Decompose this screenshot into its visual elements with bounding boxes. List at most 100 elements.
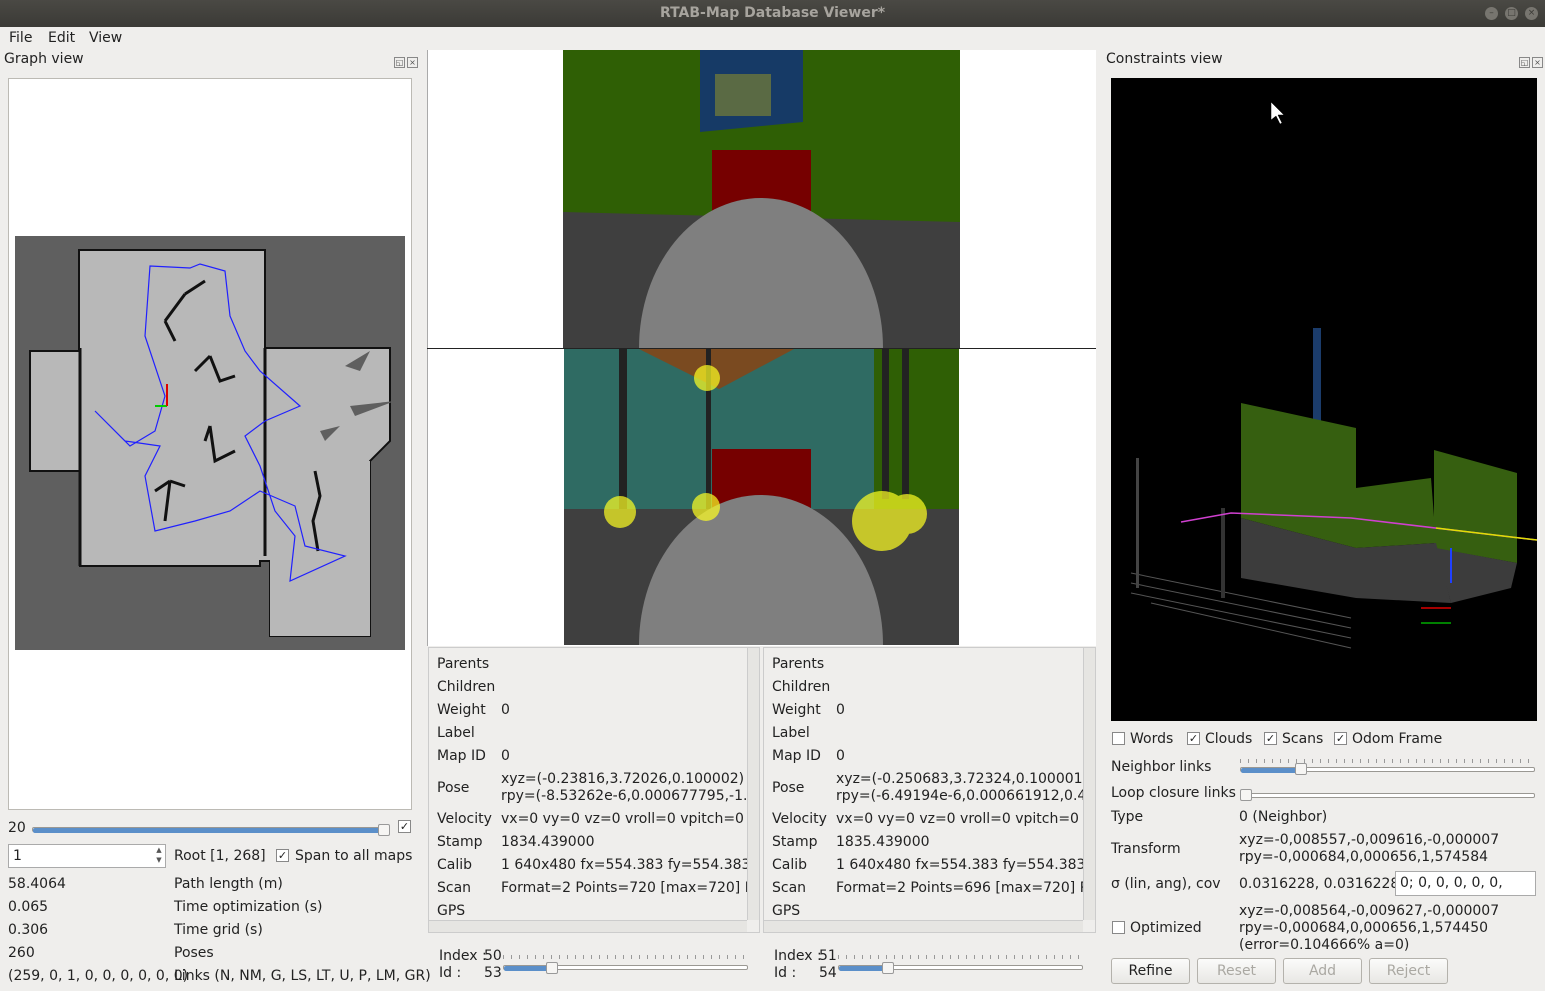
type-value: 0 (Neighbor) <box>1239 809 1328 825</box>
menu-edit[interactable]: Edit <box>48 30 75 46</box>
info-key-weight: Weight <box>772 702 821 718</box>
loop-closure-label: Loop closure links <box>1111 785 1236 801</box>
optimized-label: Optimized <box>1130 920 1202 936</box>
info-key-weight: Weight <box>437 702 486 718</box>
spinbox-arrows-icon[interactable]: ▲ ▼ <box>153 845 165 867</box>
left-index-label: Index : <box>439 948 487 964</box>
stat-value-opt: 0.065 <box>8 899 49 915</box>
info-key-label: Label <box>772 725 810 741</box>
menu-view[interactable]: View <box>89 30 122 46</box>
info-val-pose-xyz: xyz=(-0.250683,3.72324,0.100001) <box>836 771 1089 787</box>
neighbor-handle[interactable] <box>1295 763 1307 775</box>
graph-slider-handle[interactable] <box>378 824 390 836</box>
info-val-pose-rpy: rpy=(-8.53262e-6,0.000677795,-1.07 <box>501 788 760 804</box>
menu-bar: File Edit View <box>0 27 1545 50</box>
info-val-stamp: 1835.439000 <box>836 834 930 850</box>
menu-file[interactable]: File <box>9 30 32 46</box>
left-info-hscroll[interactable] <box>429 920 747 932</box>
constraints-3d-view[interactable] <box>1111 78 1538 721</box>
words-checkbox[interactable] <box>1112 732 1125 745</box>
right-node-info: Parents Children Weight 0 Label Map ID 0… <box>763 647 1096 933</box>
info-val-weight: 0 <box>501 702 510 718</box>
clouds-checkbox[interactable]: ✓ <box>1187 732 1200 745</box>
root-spinbox[interactable]: 1 <box>8 844 166 868</box>
stat-label-grid: Time grid (s) <box>174 922 263 938</box>
right-index-label: Index : <box>774 948 822 964</box>
reset-button[interactable]: Reset <box>1197 958 1276 984</box>
loop-closure-slider[interactable] <box>1240 793 1535 798</box>
reject-button[interactable]: Reject <box>1369 958 1448 984</box>
right-index-value: 51 <box>819 948 837 964</box>
graph-view-title: Graph view <box>4 51 84 67</box>
graph-slider-value: 20 <box>8 820 26 836</box>
info-key-stamp: Stamp <box>437 834 483 850</box>
neighbor-fill <box>1241 768 1299 773</box>
sigma-label: σ (lin, ang), cov <box>1111 876 1221 892</box>
image-view-top[interactable] <box>563 50 960 348</box>
info-val-mapid: 0 <box>501 748 510 764</box>
loop-closure-handle[interactable] <box>1240 789 1252 801</box>
stat-value-grid: 0.306 <box>8 922 49 938</box>
left-index-handle[interactable] <box>546 962 558 974</box>
transform-xyz: xyz=-0,008557,-0,009616,-0,000007 <box>1239 832 1500 848</box>
left-index-value: 50 <box>484 948 502 964</box>
info-key-parents: Parents <box>772 656 825 672</box>
info-key-gps: GPS <box>772 903 801 919</box>
camera-image-bottom <box>564 349 959 645</box>
info-val-scan: Format=2 Points=696 [max=720] Rar <box>836 880 1096 896</box>
right-index-handle[interactable] <box>882 962 894 974</box>
stat-label-poses: Poses <box>174 945 214 961</box>
neighbor-ticks <box>1240 759 1535 763</box>
odom-frame-checkbox[interactable]: ✓ <box>1334 732 1347 745</box>
add-button[interactable]: Add <box>1283 958 1362 984</box>
covariance-field[interactable]: 0; 0, 0, 0, 0, 0, 0,001] <box>1395 871 1536 896</box>
left-slider-ticks <box>503 955 748 959</box>
right-info-hscroll[interactable] <box>764 920 1083 932</box>
right-info-vscroll[interactable] <box>1083 648 1095 920</box>
optimized-checkbox[interactable] <box>1112 921 1125 934</box>
occupancy-grid-map[interactable] <box>15 236 405 650</box>
float-icon[interactable]: ◱ <box>394 57 405 68</box>
minimize-icon[interactable]: – <box>1485 7 1498 20</box>
left-index-fill <box>504 966 550 971</box>
left-id-value: 53 <box>484 965 502 981</box>
info-key-calib: Calib <box>772 857 808 873</box>
info-key-velocity: Velocity <box>772 811 827 827</box>
span-checkbox[interactable]: ✓ <box>276 849 289 862</box>
maximize-icon[interactable]: □ <box>1505 7 1518 20</box>
right-slider-ticks <box>838 955 1083 959</box>
info-val-scan: Format=2 Points=720 [max=720] Rar <box>501 880 760 896</box>
info-key-scan: Scan <box>772 880 807 896</box>
span-label: Span to all maps <box>295 848 413 864</box>
info-val-stamp: 1834.439000 <box>501 834 595 850</box>
map-graphic <box>29 249 395 637</box>
stat-label-opt: Time optimization (s) <box>174 899 323 915</box>
graph-slider-checkbox[interactable]: ✓ <box>398 820 411 833</box>
info-key-pose: Pose <box>772 780 805 796</box>
info-key-mapid: Map ID <box>772 748 821 764</box>
stat-label-links: Links (N, NM, G, LS, LT, U, P, LM, GR) <box>174 968 431 984</box>
info-val-mapid: 0 <box>836 748 845 764</box>
info-val-calib: 1 640x480 fx=554.383 fy=554.383 cx <box>501 857 760 873</box>
float-icon[interactable]: ◱ <box>1519 57 1530 68</box>
info-key-mapid: Map ID <box>437 748 486 764</box>
optimized-xyz: xyz=-0,008564,-0,009627,-0,000007 <box>1239 903 1500 919</box>
scans-checkbox[interactable]: ✓ <box>1264 732 1277 745</box>
info-key-children: Children <box>437 679 496 695</box>
window-titlebar: RTAB-Map Database Viewer* – □ × <box>0 0 1545 27</box>
odom-frame-label: Odom Frame <box>1352 731 1443 747</box>
info-val-pose-rpy: rpy=(-6.49194e-6,0.000661912,0.497 <box>836 788 1096 804</box>
stat-value-poses: 260 <box>8 945 35 961</box>
info-key-scan: Scan <box>437 880 472 896</box>
constraints-view-title: Constraints view <box>1106 51 1223 67</box>
close-icon[interactable]: × <box>1525 7 1538 20</box>
refine-button[interactable]: Refine <box>1111 958 1190 984</box>
dock-close-icon[interactable]: × <box>1532 57 1543 68</box>
graph-dock-buttons[interactable]: ◱ × <box>394 53 420 68</box>
left-info-vscroll[interactable] <box>747 648 759 920</box>
right-index-fill <box>839 966 885 971</box>
words-label: Words <box>1130 731 1174 747</box>
image-view-bottom[interactable] <box>564 349 959 645</box>
constraints-dock-buttons[interactable]: ◱ × <box>1519 53 1545 68</box>
dock-close-icon[interactable]: × <box>407 57 418 68</box>
